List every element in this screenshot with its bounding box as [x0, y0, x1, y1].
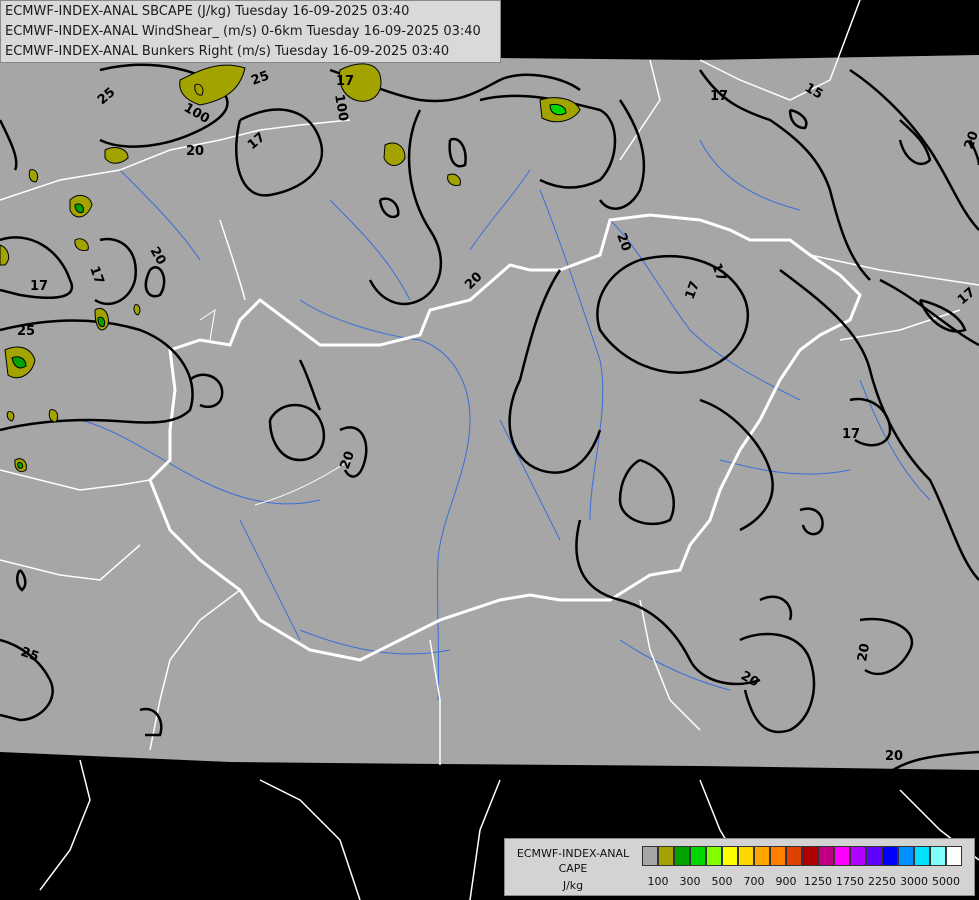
legend-swatch: [754, 846, 770, 866]
header-line-bunkers: ECMWF-INDEX-ANAL Bunkers Right (m/s) Tue…: [5, 44, 450, 59]
contour-label: 17: [336, 74, 354, 89]
legend-title-field: CAPE: [558, 862, 588, 875]
legend-swatch: [658, 846, 674, 866]
legend-swatch: [898, 846, 914, 866]
legend-tick-label: 2250: [868, 875, 896, 888]
header-line-sbcape: ECMWF-INDEX-ANAL SBCAPE (J/kg) Tuesday 1…: [5, 4, 410, 19]
cape-legend: ECMWF-INDEX-ANAL CAPE J/kg 100 300 500 700 9…: [504, 838, 975, 896]
legend-swatch: [850, 846, 866, 866]
legend-swatch: [866, 846, 882, 866]
contour-label: 17: [30, 279, 48, 294]
legend-title-unit: J/kg: [562, 879, 584, 892]
legend-tick-label: 300: [679, 875, 701, 888]
legend-tick-label: 1750: [836, 875, 864, 888]
legend-title-model: ECMWF-INDEX-ANAL: [516, 847, 630, 860]
contour-label: 20: [885, 749, 903, 764]
legend-swatch: [690, 846, 706, 866]
legend-swatch: [738, 846, 754, 866]
legend-swatch: [706, 846, 722, 866]
legend-tick-label: 100: [647, 875, 669, 888]
legend-swatch: [930, 846, 946, 866]
legend-swatch: [722, 846, 738, 866]
legend-swatches: [642, 846, 962, 866]
legend-swatch: [786, 846, 802, 866]
contour-label: 20: [186, 144, 204, 159]
legend-tick-label: 5000: [932, 875, 960, 888]
contour-label: 17: [710, 89, 728, 104]
legend-swatch: [834, 846, 850, 866]
legend-swatch: [642, 846, 658, 866]
contour-label: 17: [842, 427, 860, 442]
legend-swatch: [802, 846, 818, 866]
contour-label: 20: [855, 642, 873, 662]
map-header: ECMWF-INDEX-ANAL SBCAPE (J/kg) Tuesday 1…: [0, 0, 501, 63]
legend-tick-label: 900: [775, 875, 797, 888]
legend-tick-label: 500: [711, 875, 733, 888]
contour-label: 25: [17, 324, 35, 339]
legend-swatch: [914, 846, 930, 866]
legend-tick-label: 1250: [804, 875, 832, 888]
legend-swatch: [770, 846, 786, 866]
legend-tick-label: 700: [743, 875, 765, 888]
header-line-windshear: ECMWF-INDEX-ANAL WindShear_ (m/s) 0-6km …: [5, 24, 481, 39]
weather-map: 25 17 25 100 100 17 20 17 17 15 20 17 20…: [0, 0, 979, 900]
legend-tick-label: 3000: [900, 875, 928, 888]
legend-swatch: [882, 846, 898, 866]
legend-swatch: [946, 846, 962, 866]
legend-swatch: [818, 846, 834, 866]
legend-swatch: [674, 846, 690, 866]
